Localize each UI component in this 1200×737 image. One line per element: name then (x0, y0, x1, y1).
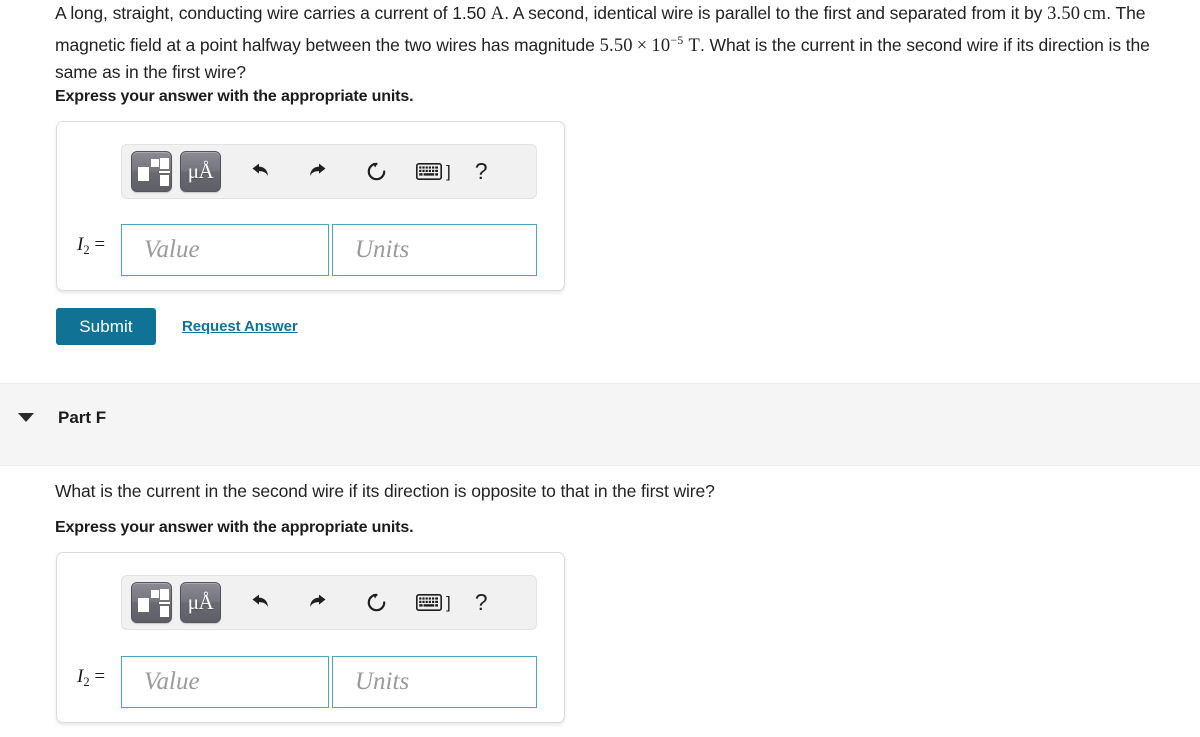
math-template-button[interactable] (131, 582, 172, 623)
request-answer-link[interactable]: Request Answer (182, 318, 298, 335)
units-button[interactable]: μÅ (180, 151, 221, 192)
template-superscript-icon (151, 590, 159, 598)
problem-page: A long, straight, conducting wire carrie… (0, 0, 1200, 737)
part-f-header[interactable] (0, 383, 1200, 466)
undo-button[interactable] (243, 155, 277, 189)
help-button[interactable]: ? (475, 155, 488, 189)
question-separation-unit: cm (1083, 4, 1107, 24)
answer-variable-subscript: 2 (83, 243, 90, 257)
help-button[interactable]: ? (475, 586, 488, 620)
units-button[interactable]: μÅ (180, 582, 221, 623)
redo-button[interactable] (301, 155, 335, 189)
question-field-mantissa: 5.50 (599, 35, 633, 56)
question-text-part-e: A long, straight, conducting wire carrie… (55, 0, 1180, 85)
question-line1-a: A long, straight, conducting wire carrie… (55, 3, 491, 23)
instruction-part-f: Express your answer with the appropriate… (55, 519, 414, 536)
value-input-part-f[interactable]: Value (121, 656, 329, 708)
question-line1-b: . A second, identical wire is parallel t… (504, 3, 1043, 23)
template-fraction-bar-icon (159, 171, 170, 173)
answer-equals-sign: = (89, 666, 106, 687)
answer-variable-label-part-f: I2 = (77, 666, 106, 689)
instruction-part-e: Express your answer with the appropriate… (55, 88, 414, 105)
answer-equals-sign: = (89, 234, 106, 255)
part-f-title: Part F (58, 408, 107, 427)
micro-angstrom-icon: μÅ (187, 159, 214, 183)
keyboard-shortcut-group[interactable]: ] (415, 155, 451, 189)
question-field-base: 10 (651, 35, 671, 56)
reset-button[interactable] (359, 155, 393, 189)
units-input-part-e[interactable]: Units (332, 224, 537, 276)
redo-button[interactable] (301, 586, 335, 620)
collapse-caret-icon[interactable] (18, 413, 34, 422)
question-field-exponent: −5 (670, 33, 684, 47)
reset-button[interactable] (359, 586, 393, 620)
answer-box-part-e: μÅ] ? I2 = Value Units (56, 121, 565, 291)
keyboard-icon[interactable] (415, 155, 443, 189)
question-text-part-f: What is the current in the second wire i… (55, 481, 715, 501)
question-field-times: × (636, 35, 648, 56)
units-placeholder: Units (355, 236, 410, 263)
undo-button[interactable] (243, 586, 277, 620)
value-input-part-e[interactable]: Value (121, 224, 329, 276)
value-placeholder: Value (144, 668, 200, 695)
value-placeholder: Value (144, 236, 200, 263)
units-input-part-f[interactable]: Units (332, 656, 537, 708)
template-numerator-icon (160, 158, 169, 169)
submit-button[interactable]: Submit (56, 308, 156, 345)
question-line2-b: . What is the current in the second (700, 34, 963, 55)
math-template-button[interactable] (131, 151, 172, 192)
template-superscript-icon (151, 159, 159, 167)
template-denominator-icon (160, 175, 169, 186)
template-fraction-bar-icon (159, 602, 170, 604)
units-placeholder: Units (355, 668, 410, 695)
math-toolbar-part-f: μÅ] ? (121, 575, 537, 630)
micro-angstrom-icon: μÅ (187, 590, 214, 614)
math-toolbar-part-e: μÅ] ? (121, 144, 537, 199)
answer-variable-label-part-e: I2 = (77, 234, 106, 257)
template-base-box-icon (138, 167, 149, 181)
question-unit-ampere: A (490, 4, 505, 24)
keyboard-bracket-label: ] (446, 592, 451, 612)
keyboard-shortcut-group[interactable]: ] (415, 586, 451, 620)
question-field-unit: T (688, 35, 700, 56)
keyboard-icon[interactable] (415, 586, 443, 620)
template-numerator-icon (160, 589, 169, 600)
answer-variable-subscript: 2 (83, 675, 90, 689)
keyboard-bracket-label: ] (446, 161, 451, 181)
answer-box-part-f: μÅ] ? I2 = Value Units (56, 552, 565, 723)
question-separation-value: 3.50 (1047, 4, 1081, 24)
template-base-box-icon (138, 598, 149, 612)
template-denominator-icon (160, 606, 169, 617)
